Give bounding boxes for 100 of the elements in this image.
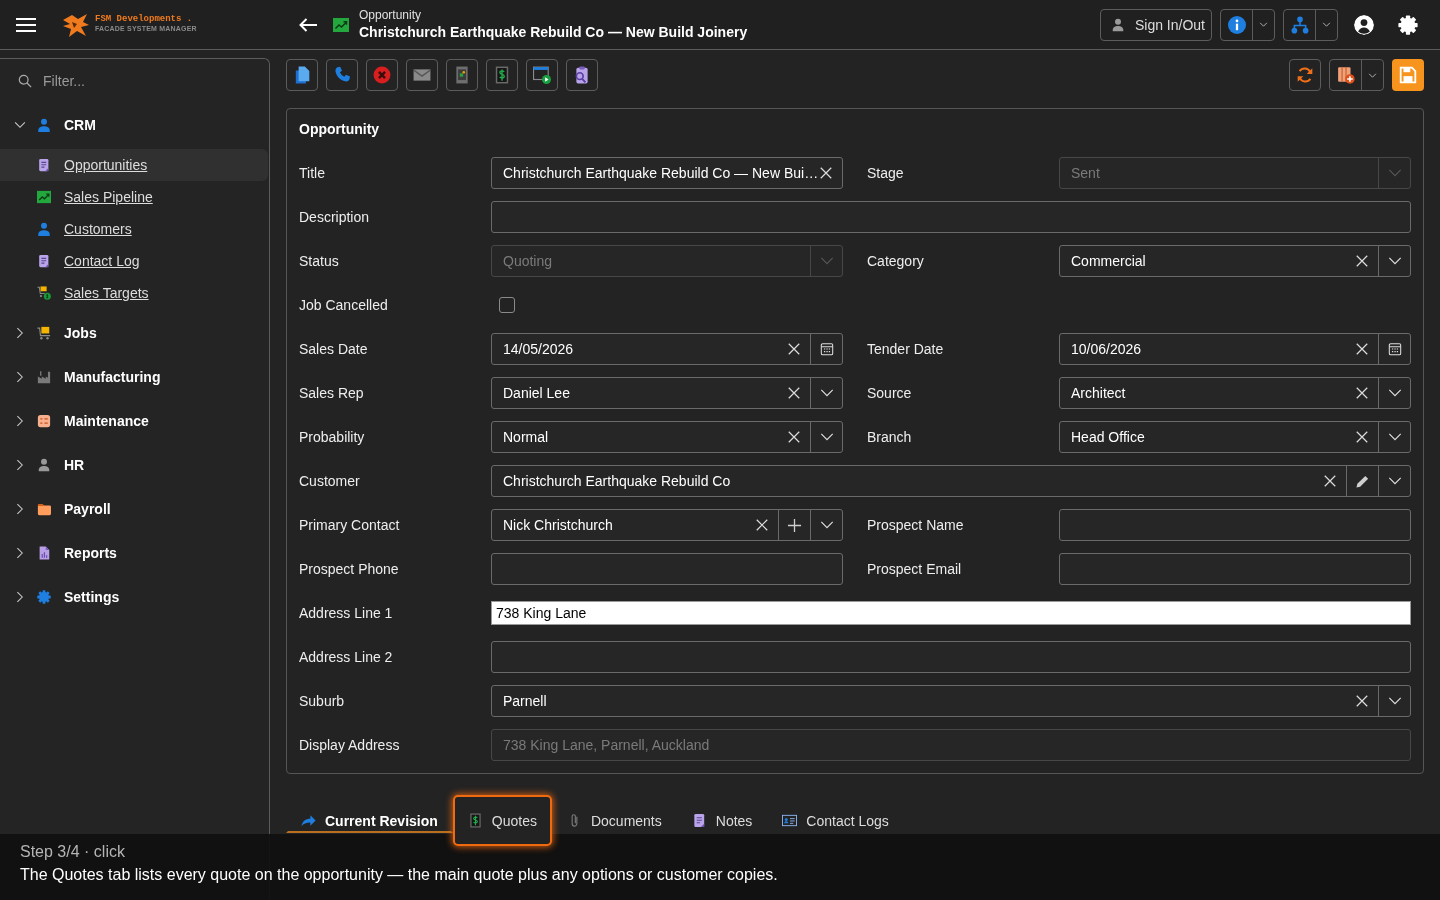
dropdown-field[interactable]: Parnell	[491, 685, 1411, 717]
text-field[interactable]	[1059, 553, 1411, 585]
dropdown-field[interactable]: Normal	[491, 421, 843, 453]
cart-icon	[37, 326, 51, 340]
checklist-icon	[37, 414, 51, 428]
filter-field[interactable]: Filter...	[43, 71, 243, 91]
tab[interactable]: Current Revision	[286, 808, 453, 833]
clear-icon[interactable]	[1355, 342, 1369, 356]
field-label: Tender Date	[867, 340, 945, 359]
clipboard-search-button[interactable]	[566, 59, 598, 91]
clear-icon[interactable]	[1355, 430, 1369, 444]
cancel-button[interactable]	[366, 59, 398, 91]
chevron-right-icon	[14, 591, 26, 603]
clear-icon[interactable]	[819, 166, 833, 180]
save-button[interactable]	[1392, 59, 1424, 91]
sidebar-group[interactable]: CRM	[0, 103, 269, 147]
person-icon	[37, 222, 51, 236]
sidebar-link[interactable]: Contact Log	[0, 245, 268, 277]
window-play-button[interactable]	[526, 59, 558, 91]
sidebar-group[interactable]: Reports	[0, 531, 269, 575]
cart-coin-icon	[37, 286, 51, 300]
account-icon[interactable]	[1354, 14, 1374, 35]
sidebar-link[interactable]: Opportunities	[0, 149, 268, 181]
field-label: Status	[299, 252, 340, 271]
sidebar-link[interactable]: Sales Targets	[0, 277, 268, 309]
chart-icon	[37, 190, 51, 204]
calendar-icon	[819, 342, 834, 356]
text-field[interactable]: Christchurch Earthquake Rebuild Co — New Bui…	[491, 157, 843, 189]
clear-icon[interactable]	[1355, 254, 1369, 268]
text-field[interactable]	[491, 553, 843, 585]
chevron-right-icon	[14, 327, 26, 339]
back-arrow-icon[interactable]	[298, 16, 318, 33]
clear-icon[interactable]	[755, 518, 769, 532]
sign-in-button[interactable]: Sign In/Out	[1099, 8, 1212, 41]
field-label: Address Line 1	[299, 604, 394, 623]
field-label: Address Line 2	[299, 648, 394, 667]
field-label: Branch	[867, 428, 913, 447]
chevron-right-icon	[14, 547, 26, 559]
phone-icon	[333, 66, 351, 84]
text-field[interactable]	[1059, 509, 1411, 541]
menu-icon[interactable]	[16, 16, 36, 33]
sidebar-group[interactable]: Maintenance	[0, 399, 269, 443]
sidebar-group[interactable]: Manufacturing	[0, 355, 269, 399]
chevron-right-icon	[14, 503, 26, 515]
sidebar-group[interactable]: HR	[0, 443, 269, 487]
dropdown-field[interactable]: Christchurch Earthquake Rebuild Co	[491, 465, 1411, 497]
clear-icon[interactable]	[787, 430, 801, 444]
notepad-icon	[37, 158, 51, 172]
text-field[interactable]	[491, 641, 1411, 673]
sidebar-group[interactable]: Payroll	[0, 487, 269, 531]
tour-description: The Quotes tab lists every quote on the opportunity — the main quote plus any options or customer copies.	[20, 865, 779, 885]
tab[interactable]: Documents	[551, 808, 677, 833]
hierarchy-icon	[1290, 15, 1309, 34]
page-title: Christchurch Earthquake Rebuild Co — New Build Joinery	[359, 23, 748, 41]
field-label: Probability	[299, 428, 366, 447]
dropdown-field[interactable]: Nick Christchurch	[491, 509, 843, 541]
phone-button[interactable]	[326, 59, 358, 91]
save-icon	[1399, 66, 1417, 84]
chevron-down-icon	[14, 119, 26, 131]
sidebar-link[interactable]: Sales Pipeline	[0, 181, 268, 213]
field-label: Sales Date	[299, 340, 369, 359]
refresh-icon	[1296, 66, 1314, 84]
dropdown-field[interactable]: Daniel Lee	[491, 377, 843, 409]
tab[interactable]: Notes	[676, 808, 768, 833]
brand-name: FSM Developments .	[95, 14, 194, 25]
dropdown-field[interactable]: Architect	[1059, 377, 1411, 409]
settings-icon[interactable]	[1398, 14, 1418, 35]
sidebar-group[interactable]: Jobs	[0, 311, 269, 355]
chevron-down-icon	[1259, 20, 1268, 29]
dollar-document-icon	[493, 66, 511, 84]
refresh-button[interactable]	[1289, 59, 1321, 91]
clear-icon[interactable]	[1355, 694, 1369, 708]
tablet-button[interactable]	[446, 59, 478, 91]
chart-icon	[333, 16, 349, 33]
date-field[interactable]: 14/05/2026	[491, 333, 843, 365]
chevron-right-icon	[14, 459, 26, 471]
input-field[interactable]: 738 King Lane	[491, 601, 1411, 625]
tab[interactable]: Quotes	[452, 795, 552, 846]
clear-icon[interactable]	[787, 386, 801, 400]
dropdown-field[interactable]: Head Office	[1059, 421, 1411, 453]
calendar-icon	[1387, 342, 1402, 356]
notepad-icon	[691, 813, 707, 828]
clear-icon[interactable]	[1323, 474, 1337, 488]
clear-icon[interactable]	[1355, 386, 1369, 400]
tab[interactable]: Contact Logs	[767, 808, 904, 833]
folder-icon	[37, 502, 51, 516]
email-button[interactable]	[406, 59, 438, 91]
dollar-document-icon	[467, 813, 483, 828]
checkbox[interactable]	[499, 297, 515, 313]
date-field[interactable]: 10/06/2026	[1059, 333, 1411, 365]
sidebar-group[interactable]: Settings	[0, 575, 269, 619]
text-field[interactable]	[491, 201, 1411, 233]
sidebar-link[interactable]: Customers	[0, 213, 268, 245]
notepad-icon	[37, 254, 51, 268]
chevron-right-icon	[14, 415, 26, 427]
quote-button[interactable]	[486, 59, 518, 91]
form-title: Opportunity	[299, 120, 381, 139]
dropdown-field[interactable]: Commercial	[1059, 245, 1411, 277]
documents-button[interactable]	[286, 59, 318, 91]
clear-icon[interactable]	[787, 342, 801, 356]
